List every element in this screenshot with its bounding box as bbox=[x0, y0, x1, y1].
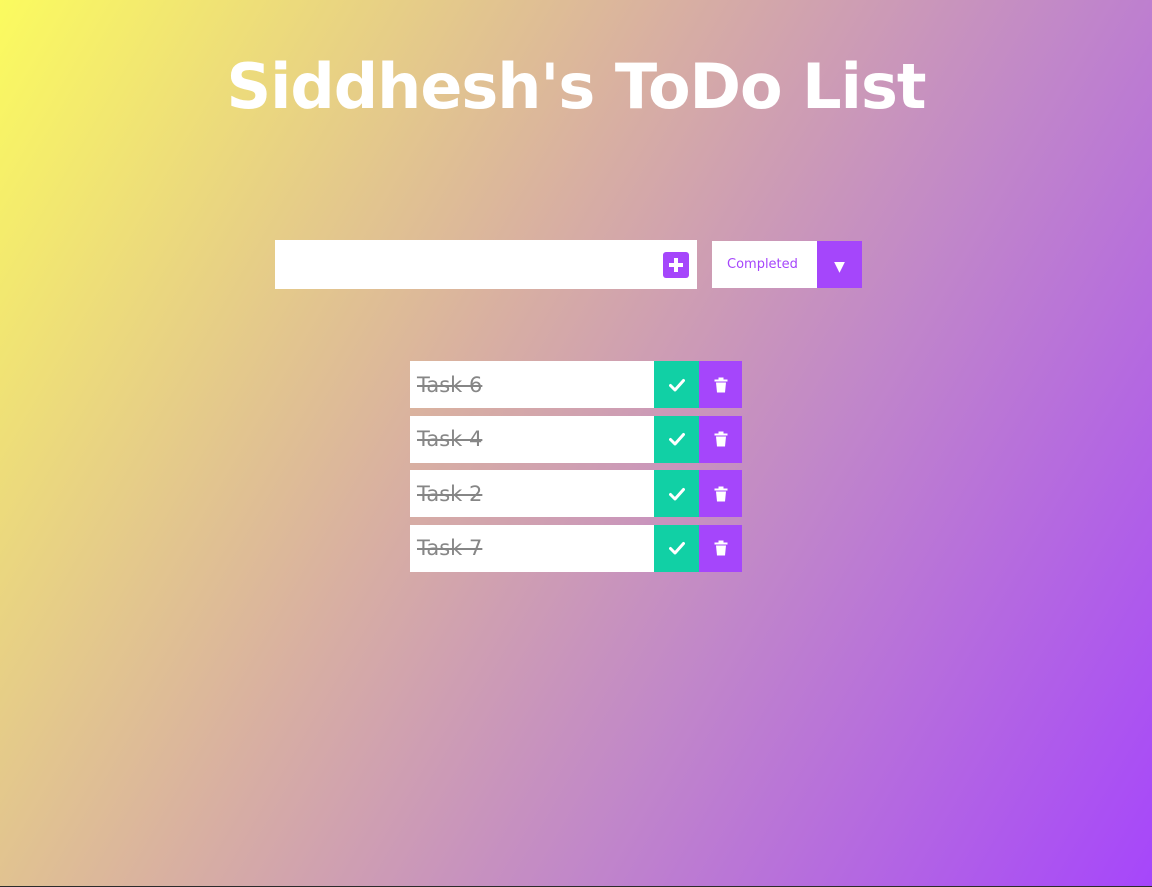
page-title: Siddhesh's ToDo List bbox=[226, 50, 927, 123]
todo-text: Task 7 bbox=[417, 536, 483, 560]
check-icon bbox=[668, 378, 685, 391]
trash-icon bbox=[714, 540, 727, 556]
delete-button[interactable] bbox=[699, 415, 742, 463]
delete-button[interactable] bbox=[699, 470, 742, 517]
chevron-down-icon[interactable]: ▼ bbox=[817, 241, 862, 288]
trash-icon bbox=[714, 377, 727, 392]
todo-item: Task 2 bbox=[410, 470, 742, 517]
todo-item: Task 4 bbox=[410, 415, 742, 463]
todo-text: Task 2 bbox=[417, 481, 483, 506]
add-todo-button[interactable] bbox=[663, 251, 689, 278]
trash-icon bbox=[714, 431, 727, 447]
complete-button[interactable] bbox=[654, 361, 699, 408]
check-icon bbox=[668, 487, 685, 500]
check-icon bbox=[668, 542, 685, 555]
plus-icon bbox=[669, 257, 683, 272]
todo-text: Task 4 bbox=[417, 427, 483, 451]
todo-input[interactable] bbox=[275, 240, 663, 289]
check-icon bbox=[668, 433, 685, 446]
delete-button[interactable] bbox=[699, 524, 742, 572]
todo-form bbox=[275, 240, 697, 289]
todo-item: Task 7 bbox=[410, 524, 742, 572]
trash-icon bbox=[714, 486, 727, 501]
todo-item: Task 6 bbox=[410, 361, 742, 408]
complete-button[interactable] bbox=[654, 415, 699, 463]
delete-button[interactable] bbox=[699, 361, 742, 408]
filter-select[interactable]: Completed ▼ bbox=[712, 241, 862, 288]
complete-button[interactable] bbox=[654, 524, 699, 572]
complete-button[interactable] bbox=[654, 470, 699, 517]
filter-selected-value: Completed bbox=[727, 257, 798, 272]
todo-list: Task 6 Task 4 Task 2 Task 7 bbox=[410, 361, 742, 579]
todo-text: Task 6 bbox=[417, 372, 483, 397]
